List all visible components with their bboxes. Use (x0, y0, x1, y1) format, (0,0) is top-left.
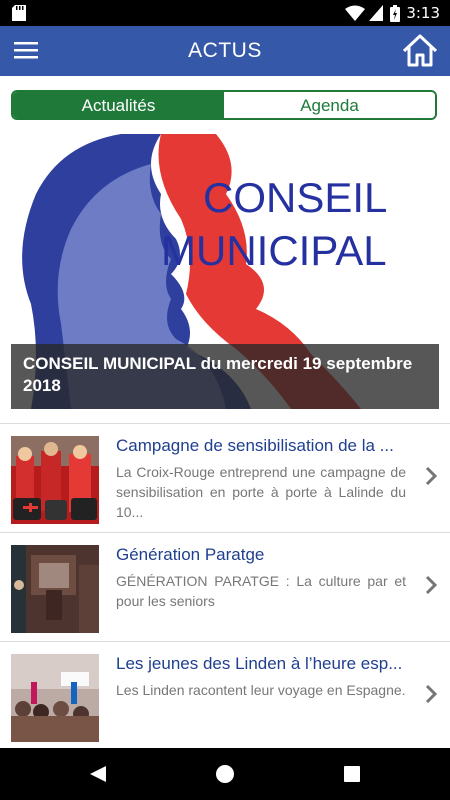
list-item[interactable]: Génération Paratge GÉNÉRATION PARATGE : … (0, 532, 450, 641)
list-item[interactable]: Campagne de sensibilisation de la ... La… (0, 423, 450, 532)
home-icon (402, 34, 438, 67)
home-button[interactable] (400, 32, 440, 70)
news-description: La Croix-Rouge entreprend une campagne d… (116, 464, 406, 520)
hero-image-text-1: CONSEIL (203, 174, 387, 221)
tab-actualites[interactable]: Actualités (13, 92, 224, 118)
featured-article[interactable]: CONSEIL MUNICIPAL CONSEIL MUNICIPAL du m… (11, 134, 439, 409)
status-bar: 3:13 (0, 0, 450, 26)
news-thumbnail (11, 545, 99, 633)
featured-article-caption: CONSEIL MUNICIPAL du mercredi 19 septemb… (11, 344, 439, 409)
news-thumbnail (11, 436, 99, 524)
chevron-right-icon (425, 466, 438, 486)
hero-image-text-2: MUNICIPAL (161, 227, 387, 274)
news-title: Génération Paratge (116, 545, 265, 564)
signal-icon (369, 5, 383, 21)
home-circle-icon[interactable] (215, 764, 235, 784)
page-title: ACTUS (188, 39, 262, 62)
status-time: 3:13 (406, 4, 440, 22)
news-tabs: Actualités Agenda (11, 90, 437, 120)
list-item[interactable]: Les jeunes des Linden à l’heure esp... L… (0, 641, 450, 750)
news-title: Campagne de sensibilisation de la ... (116, 436, 394, 455)
chevron-right-icon (425, 684, 438, 704)
news-list: Campagne de sensibilisation de la ... La… (0, 423, 450, 750)
sd-card-icon (12, 5, 26, 21)
news-title: Les jeunes des Linden à l’heure esp... (116, 654, 403, 673)
app-bar: ACTUS (0, 26, 450, 76)
news-description: Les Linden racontent leur voyage en Espa… (116, 682, 406, 698)
news-thumbnail (11, 654, 99, 742)
news-description: GÉNÉRATION PARATGE : La culture par et p… (116, 573, 406, 609)
system-nav-bar (0, 748, 450, 800)
chevron-right-icon (425, 575, 438, 595)
tab-agenda[interactable]: Agenda (224, 92, 435, 118)
back-icon[interactable] (88, 764, 108, 784)
wifi-icon (345, 5, 365, 21)
recents-icon[interactable] (343, 765, 361, 783)
battery-icon (390, 5, 400, 22)
